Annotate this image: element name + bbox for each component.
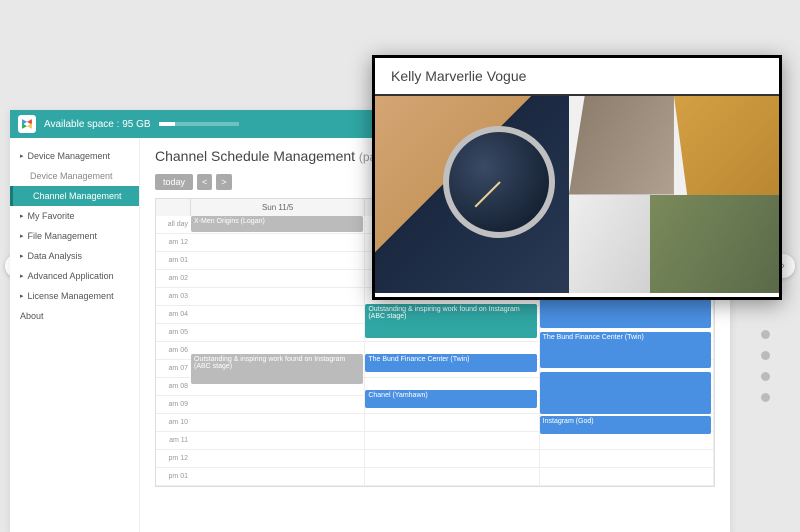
calendar-event[interactable] bbox=[540, 372, 712, 414]
prev-button[interactable]: < bbox=[197, 174, 212, 190]
calendar-time-label: am 05 bbox=[156, 324, 191, 342]
sidebar-item[interactable]: ▸ My Favorite bbox=[10, 206, 139, 226]
sidebar-item-label: License Management bbox=[28, 291, 114, 301]
calendar-time-label: am 08 bbox=[156, 378, 191, 396]
collage-tile bbox=[569, 96, 674, 195]
calendar-time-label: am 09 bbox=[156, 396, 191, 414]
sidebar-item-label: About bbox=[20, 311, 44, 321]
sidebar-item[interactable]: ▸ Advanced Application bbox=[10, 266, 139, 286]
sidebar-item-label: Data Analysis bbox=[28, 251, 83, 261]
calendar-event[interactable]: The Bund Finance Center (Twin) bbox=[365, 354, 537, 372]
sidebar-item[interactable]: ▸ Device Management bbox=[10, 146, 139, 166]
calendar-day-header: Sun 11/5 bbox=[191, 199, 365, 216]
today-button[interactable]: today bbox=[155, 174, 193, 190]
sidebar-item-label: Channel Management bbox=[33, 191, 122, 201]
pager-dot[interactable] bbox=[761, 330, 770, 339]
calendar-time-label: am 02 bbox=[156, 270, 191, 288]
sidebar-item-label: Device Management bbox=[28, 151, 111, 161]
calendar-event[interactable]: X-Men Origins (Logan) bbox=[191, 216, 363, 232]
sidebar-item[interactable]: ▸ License Management bbox=[10, 286, 139, 306]
next-button[interactable]: > bbox=[216, 174, 231, 190]
chevron-right-icon: ▸ bbox=[20, 232, 24, 240]
space-usage-bar bbox=[159, 122, 239, 126]
collage-tile bbox=[650, 195, 779, 294]
sidebar-item-label: Device Management bbox=[30, 171, 113, 181]
calendar-time-label: am 01 bbox=[156, 252, 191, 270]
calendar-event[interactable]: Chanel (Yamhawn) bbox=[365, 390, 537, 408]
preview-title: Kelly Marverlie Vogue bbox=[375, 58, 779, 96]
preview-collage bbox=[375, 96, 779, 293]
calendar-event[interactable]: Outstanding & inspiring work found on In… bbox=[191, 354, 363, 384]
chevron-right-icon: ▸ bbox=[20, 272, 24, 280]
sidebar-item[interactable]: Device Management bbox=[10, 166, 139, 186]
pager-dot[interactable] bbox=[761, 372, 770, 381]
sidebar-item[interactable]: About bbox=[10, 306, 139, 326]
calendar-time-label: pm 12 bbox=[156, 450, 191, 468]
calendar-event[interactable]: Instagram (God) bbox=[540, 416, 712, 434]
pager-dots bbox=[761, 330, 770, 402]
chevron-right-icon: ▸ bbox=[20, 292, 24, 300]
calendar-time-label: am 03 bbox=[156, 288, 191, 306]
calendar-event[interactable]: Outstanding & inspiring work found on In… bbox=[365, 304, 537, 338]
calendar-time-label: am 10 bbox=[156, 414, 191, 432]
chevron-right-icon: ▸ bbox=[20, 252, 24, 260]
calendar-time-label: all day bbox=[156, 216, 191, 234]
pager-dot[interactable] bbox=[761, 351, 770, 360]
collage-tile-watch bbox=[375, 96, 569, 293]
calendar-time-label: am 06 bbox=[156, 342, 191, 360]
sidebar-item[interactable]: ▸ File Management bbox=[10, 226, 139, 246]
space-label: Available space : 95 GB bbox=[44, 119, 151, 130]
sidebar-item-label: Advanced Application bbox=[28, 271, 114, 281]
app-logo-icon bbox=[18, 115, 36, 133]
calendar-time-label: am 07 bbox=[156, 360, 191, 378]
calendar-time-label: am 04 bbox=[156, 306, 191, 324]
calendar-event[interactable]: The Bund Finance Center (Twin) bbox=[540, 332, 712, 368]
sidebar-item[interactable]: Channel Management bbox=[10, 186, 139, 206]
sidebar-item-label: File Management bbox=[28, 231, 98, 241]
sidebar-item[interactable]: ▸ Data Analysis bbox=[10, 246, 139, 266]
calendar-time-label: am 12 bbox=[156, 234, 191, 252]
calendar-time-label: pm 01 bbox=[156, 468, 191, 486]
sidebar: ▸ Device Management Device Management Chann… bbox=[10, 138, 140, 532]
preview-display: Kelly Marverlie Vogue bbox=[372, 55, 782, 300]
chevron-right-icon: ▸ bbox=[20, 212, 24, 220]
calendar-column[interactable] bbox=[191, 216, 365, 486]
sidebar-item-label: My Favorite bbox=[28, 211, 75, 221]
calendar-time-label: am 11 bbox=[156, 432, 191, 450]
chevron-right-icon: ▸ bbox=[20, 152, 24, 160]
pager-dot[interactable] bbox=[761, 393, 770, 402]
